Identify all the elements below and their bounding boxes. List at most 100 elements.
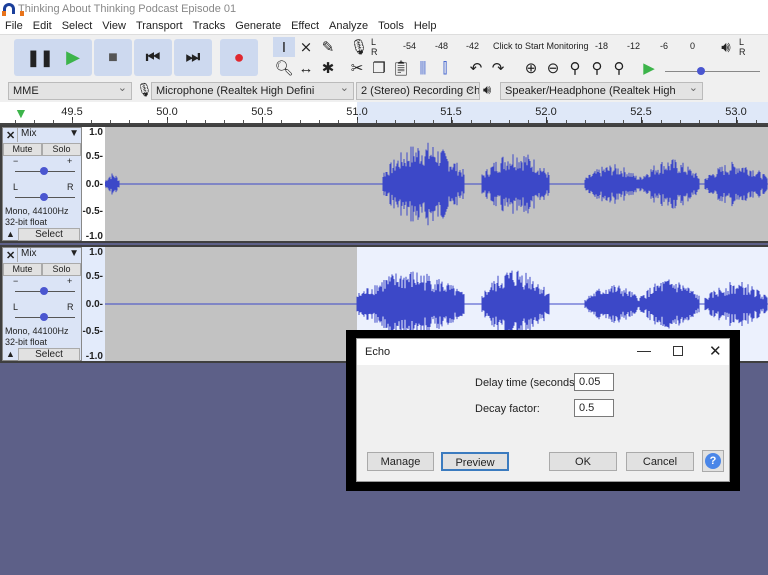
ruler-minor-tick [338, 120, 339, 123]
undo-button[interactable]: ↶ [465, 58, 487, 78]
scale-label: 0.5- [85, 151, 103, 162]
mute-button[interactable]: Mute [3, 143, 42, 156]
menu-view[interactable]: View [97, 18, 131, 34]
gain-slider-thumb[interactable] [40, 167, 48, 175]
envelope-icon: ⨯ [299, 39, 313, 56]
play-icon: ▶ [643, 60, 655, 77]
ok-button[interactable]: OK [549, 452, 617, 471]
select-track-button[interactable]: Select [18, 228, 80, 241]
close-track-button[interactable]: ✕ [6, 129, 15, 142]
gain-max-label: + [67, 156, 73, 166]
menu-analyze[interactable]: Analyze [324, 18, 373, 34]
menu-select[interactable]: Select [57, 18, 98, 34]
record-button[interactable]: ● [220, 39, 258, 76]
paste-button[interactable]: 📋︎ [390, 58, 412, 78]
skip-end-button[interactable]: ⏭ [174, 39, 212, 76]
track-name-menu[interactable]: Mix ▼ [17, 128, 81, 142]
play-head-triangle-icon[interactable]: ▼ [14, 105, 28, 121]
zoom-in-icon: ⊕ [524, 60, 538, 77]
envelope-tool[interactable]: ⨯ [295, 37, 317, 57]
ruler-minor-tick [452, 120, 453, 123]
cut-button[interactable]: ✂ [346, 58, 368, 78]
ruler-minor-tick [148, 120, 149, 123]
play-at-speed-button[interactable]: ▶ [638, 58, 660, 78]
meter-lr: LR [371, 37, 378, 57]
draw-tool[interactable]: ✎ [317, 37, 339, 57]
record-meter[interactable]: -54 -48 -42 Click to Start Monitoring -1… [380, 37, 705, 55]
zoom-in-button[interactable]: ⊕ [520, 58, 542, 78]
menu-transport[interactable]: Transport [131, 18, 188, 34]
gain-slider-thumb[interactable] [40, 287, 48, 295]
clipboard-icon: 📋︎ [391, 60, 411, 77]
audio-host-select[interactable]: MME [8, 82, 132, 100]
cancel-button[interactable]: Cancel [626, 452, 694, 471]
play-speed-slider[interactable] [665, 71, 760, 72]
fit-selection-button[interactable]: ⚲ [564, 58, 586, 78]
record-icon: ● [233, 47, 245, 67]
fit-project-button[interactable]: ⚲ [586, 58, 608, 78]
skip-start-button[interactable]: ⏮ [134, 39, 172, 76]
maximize-button[interactable] [673, 346, 683, 356]
fit-project-icon: ⚲ [591, 60, 603, 77]
redo-button[interactable]: ↷ [487, 58, 509, 78]
solo-button[interactable]: Solo [42, 263, 81, 276]
playback-device-select[interactable]: Speaker/Headphone (Realtek High [500, 82, 703, 100]
pan-slider-thumb[interactable] [40, 193, 48, 201]
help-button[interactable]: ? [702, 450, 724, 472]
menu-help[interactable]: Help [409, 18, 442, 34]
select-track-button[interactable]: Select [18, 348, 80, 361]
playback-meter-button[interactable]: 🔊︎ [715, 37, 737, 57]
trim-button[interactable]: ⫼ [412, 58, 434, 78]
preview-button[interactable]: Preview [441, 452, 509, 471]
zoom-tool[interactable]: 🔍︎ [273, 58, 295, 78]
pan-slider-thumb[interactable] [40, 313, 48, 321]
ruler-minor-tick [300, 120, 301, 123]
dropdown-arrow-icon: ▼ [69, 128, 79, 139]
meter-tick: -18 [595, 41, 609, 51]
close-button[interactable]: ✕ [709, 342, 722, 360]
silence-button[interactable]: ⫿ [434, 58, 456, 78]
zoom-out-button[interactable]: ⊖ [542, 58, 564, 78]
collapse-track-button[interactable]: ▲ [6, 229, 15, 239]
delay-time-input[interactable]: 0.05 [574, 373, 614, 391]
decay-factor-input[interactable]: 0.5 [574, 399, 614, 417]
solo-button[interactable]: Solo [42, 143, 81, 156]
toolbar: ❚❚ ▶ ■ ⏮ ⏭ ● I ⨯ ✎ 🔍︎ ↔ ✱ 🎙︎ LR -54 -48 … [0, 34, 768, 80]
timeline-ruler[interactable]: ▼ 49.5 50.0 50.5 51.0 51.5 52.0 52.5 53.0 [0, 102, 768, 125]
play-speed-thumb[interactable] [697, 67, 705, 75]
ruler-minor-tick [167, 120, 168, 123]
menu-generate[interactable]: Generate [230, 18, 286, 34]
scale-label: 0.0- [85, 299, 103, 310]
copy-button[interactable]: ❐ [368, 58, 390, 78]
manage-button[interactable]: Manage [367, 452, 434, 471]
selection-tool[interactable]: I [273, 37, 295, 57]
menu-edit[interactable]: Edit [28, 18, 57, 34]
gain-max-label: + [67, 276, 73, 286]
menu-tools[interactable]: Tools [373, 18, 409, 34]
menu-effect[interactable]: Effect [286, 18, 324, 34]
help-icon: ? [705, 453, 721, 469]
menu-file[interactable]: File [0, 18, 28, 34]
stop-button[interactable]: ■ [94, 39, 132, 76]
recording-channels-select[interactable]: 2 (Stereo) Recording Chai [356, 82, 480, 100]
zoom-toggle-button[interactable]: ⚲ [608, 58, 630, 78]
scale-label: -0.5- [82, 326, 103, 337]
minimize-button[interactable]: — [637, 342, 651, 358]
recording-device-select[interactable]: Microphone (Realtek High Defini [151, 82, 354, 100]
amplitude-scale: 1.0 0.5- 0.0- -0.5- -1.0 [82, 247, 105, 362]
mute-button[interactable]: Mute [3, 263, 42, 276]
record-meter-button[interactable]: 🎙︎ [348, 37, 370, 57]
scale-label: 0.0- [85, 179, 103, 190]
ruler-minor-tick [186, 120, 187, 123]
menu-tracks[interactable]: Tracks [188, 18, 231, 34]
waveform-area[interactable] [105, 127, 768, 241]
play-button[interactable]: ▶ [54, 39, 92, 76]
close-track-button[interactable]: ✕ [6, 249, 15, 262]
multi-tool[interactable]: ✱ [317, 58, 339, 78]
audacity-logo-icon [2, 3, 24, 16]
redo-icon: ↷ [491, 60, 505, 77]
time-shift-tool[interactable]: ↔ [295, 58, 317, 78]
track-name-menu[interactable]: Mix ▼ [17, 248, 81, 262]
collapse-track-button[interactable]: ▲ [6, 349, 15, 359]
monitor-label[interactable]: Click to Start Monitoring [493, 41, 589, 51]
